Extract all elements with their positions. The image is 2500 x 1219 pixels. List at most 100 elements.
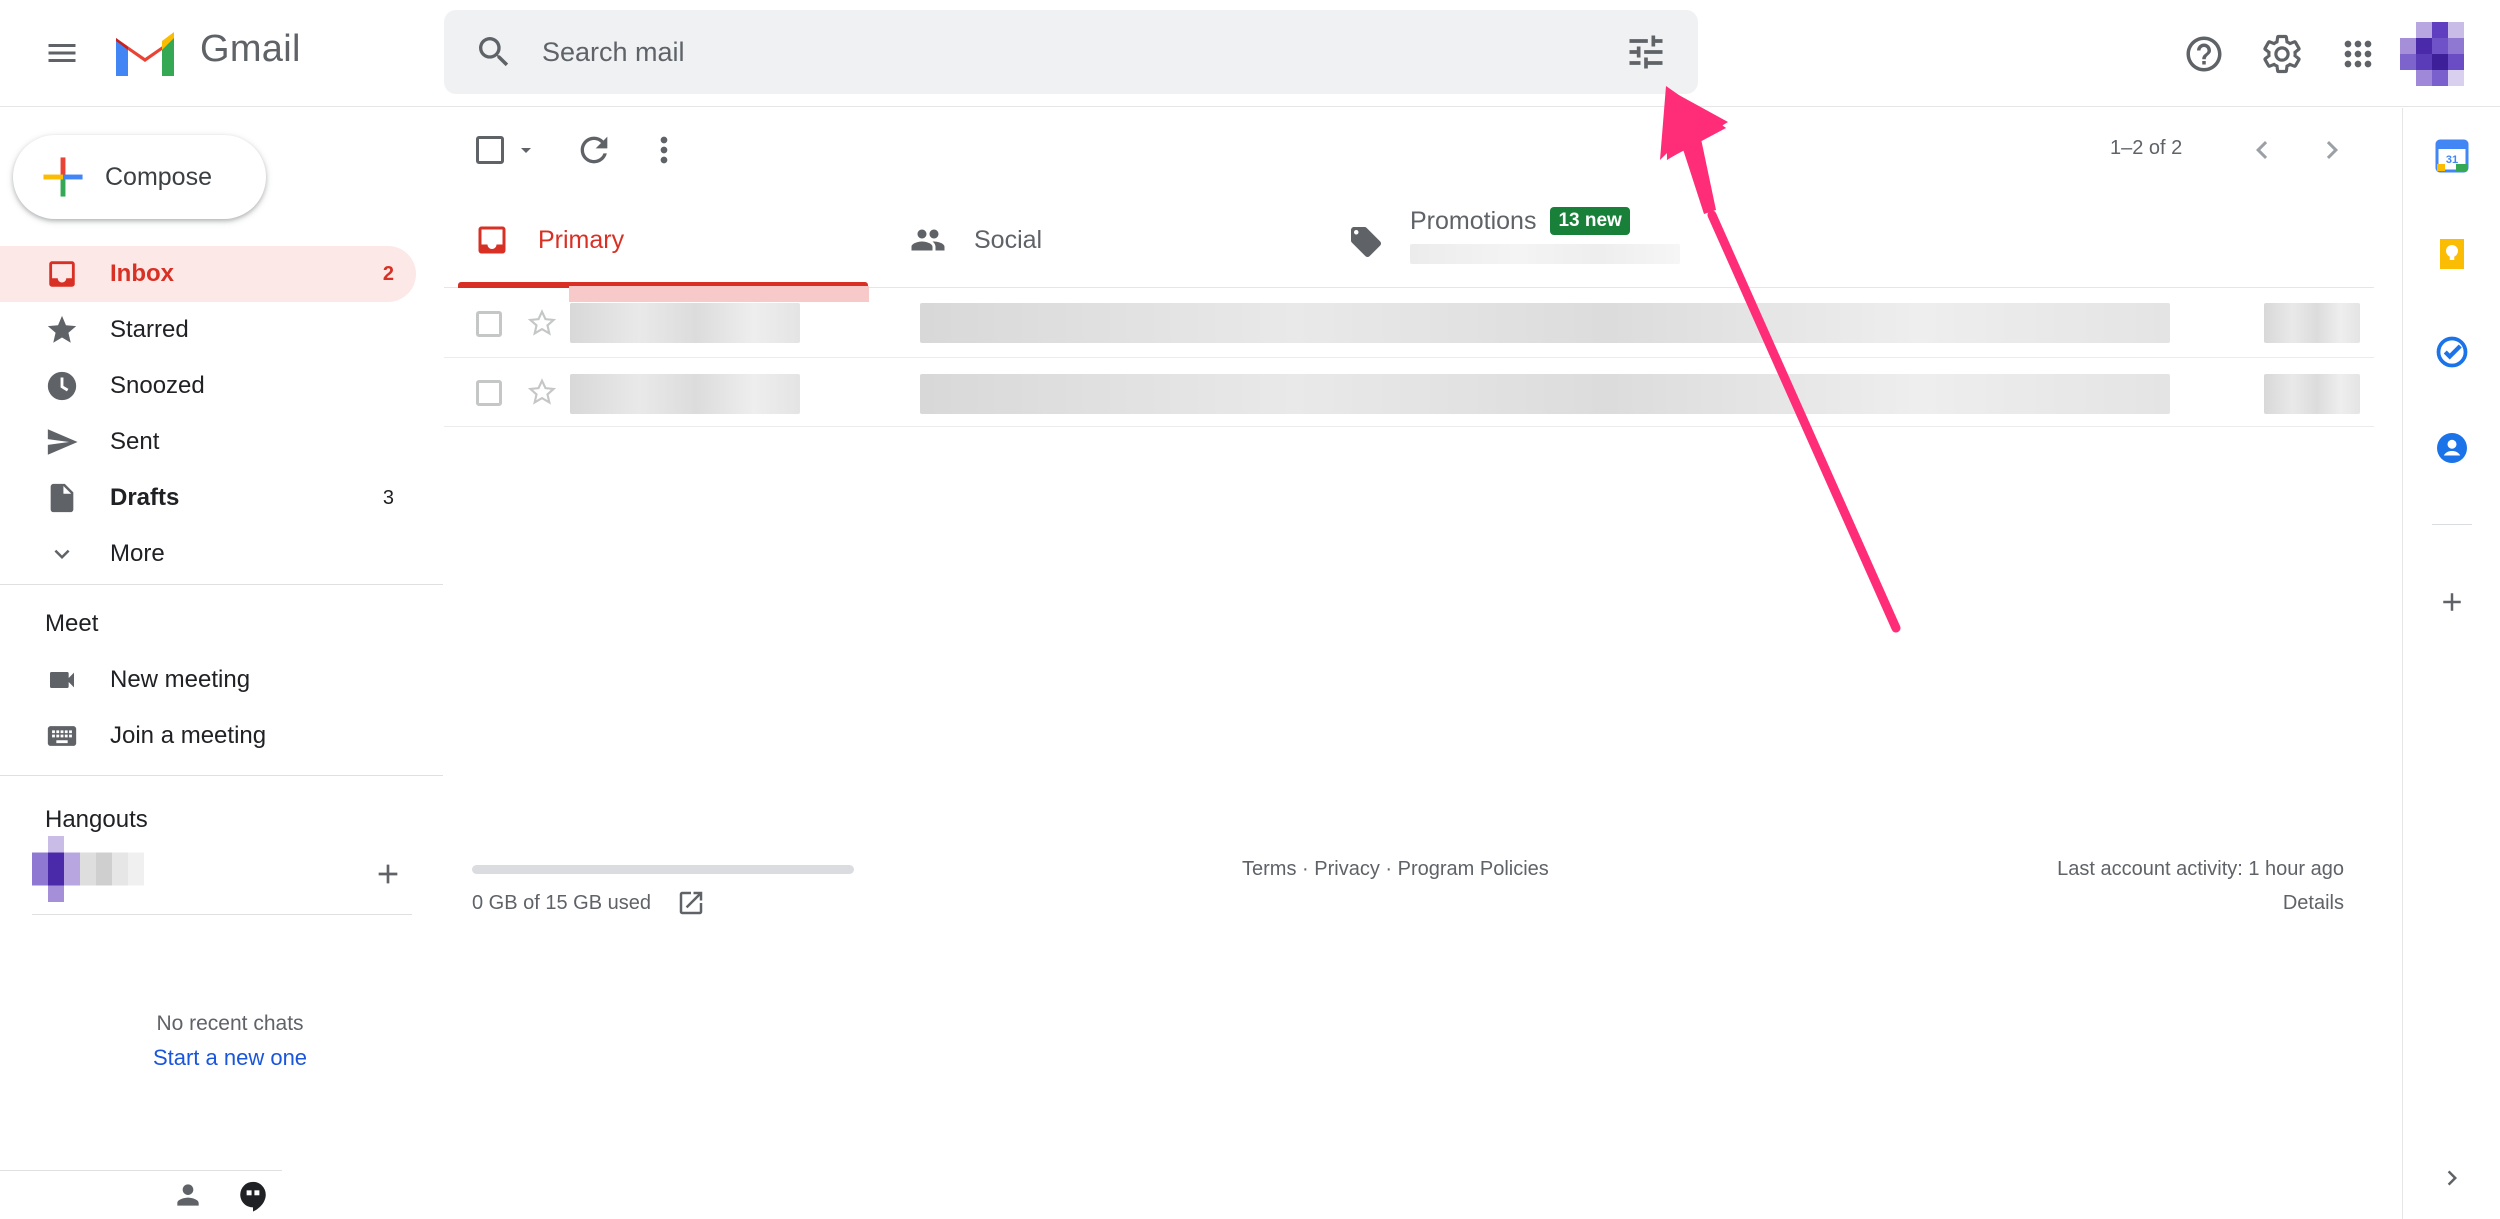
chevron-down-icon <box>44 536 80 572</box>
hangouts-divider <box>32 914 412 915</box>
sidebar-divider <box>0 775 443 776</box>
draft-count: 3 <box>382 486 394 509</box>
star-icon <box>44 312 80 348</box>
sidebar-item-label: Inbox <box>110 260 174 287</box>
terms-link[interactable]: Terms <box>1242 858 1296 880</box>
contacts-icon[interactable] <box>2430 426 2474 470</box>
meet-item-label: Join a meeting <box>110 722 267 749</box>
hangouts-chat-icon[interactable] <box>236 1179 270 1213</box>
category-tabs: Primary Social Promotions 13 new <box>444 192 2374 288</box>
tab-social[interactable]: Social <box>908 192 1338 288</box>
settings-button[interactable] <box>2254 26 2310 82</box>
sidebar-item-more[interactable]: More <box>0 526 416 582</box>
table-row[interactable] <box>444 286 2374 358</box>
sidebar-divider <box>0 584 443 585</box>
sidebar-item-label: Sent <box>110 428 160 455</box>
add-contact-icon[interactable] <box>372 858 404 890</box>
compose-plus-icon <box>43 157 83 197</box>
main-menu-button[interactable] <box>30 21 94 85</box>
sidebar-item-starred[interactable]: Starred <box>0 302 416 358</box>
sender-blurred <box>570 374 800 414</box>
star-outline-icon[interactable] <box>526 307 558 339</box>
inbox-tab-icon <box>474 222 510 258</box>
help-button[interactable] <box>2176 26 2232 82</box>
star-outline-icon[interactable] <box>526 376 558 408</box>
tab-promotions[interactable]: Promotions 13 new <box>1348 192 2168 288</box>
date-blurred <box>2264 303 2360 343</box>
storage-usage-text: 0 GB of 15 GB used <box>472 892 651 914</box>
google-apps-button[interactable] <box>2330 26 2386 82</box>
last-activity-text: Last account activity: 1 hour ago <box>2057 858 2344 880</box>
separator: · <box>1385 858 1393 880</box>
sidebar-item-snoozed[interactable]: Snoozed <box>0 358 416 414</box>
hamburger-icon <box>48 44 76 62</box>
side-panel-divider <box>2432 524 2472 525</box>
tag-icon <box>1348 224 1384 260</box>
hangouts-user[interactable] <box>32 836 192 902</box>
account-avatar[interactable] <box>2400 22 2464 86</box>
calendar-day: 31 <box>2446 154 2458 166</box>
calendar-icon[interactable]: 31 <box>2430 134 2474 178</box>
chevron-right-icon[interactable] <box>2314 132 2350 168</box>
sidebar-item-sent[interactable]: Sent <box>0 414 416 470</box>
mail-toolbar: 1–2 of 2 <box>444 108 2374 192</box>
contacts-person-icon[interactable] <box>172 1179 204 1211</box>
sidebar-item-label: Starred <box>110 316 189 343</box>
storage-meter <box>472 865 854 874</box>
row-checkbox[interactable] <box>476 380 502 406</box>
privacy-link[interactable]: Privacy <box>1314 858 1380 880</box>
keep-icon[interactable] <box>2430 232 2474 276</box>
tab-label: Primary <box>538 225 625 254</box>
top-header: Gmail <box>0 0 2500 107</box>
people-icon <box>908 222 948 258</box>
date-blurred <box>2264 374 2360 414</box>
separator: · <box>1302 858 1309 880</box>
search-bar[interactable] <box>444 10 1698 94</box>
refresh-icon[interactable] <box>574 130 614 170</box>
tab-primary[interactable]: Primary <box>444 192 874 288</box>
select-dropdown-icon[interactable] <box>514 138 538 162</box>
activity-details-link[interactable]: Details <box>2200 892 2344 915</box>
gmail-m-icon <box>116 32 174 76</box>
hangouts-section-title: Hangouts <box>45 806 148 833</box>
search-options-icon[interactable] <box>1624 30 1668 74</box>
meet-item-label: New meeting <box>110 666 251 693</box>
add-icon[interactable] <box>2430 580 2474 624</box>
no-recent-chats-text: No recent chats <box>156 1012 304 1035</box>
sidebar-item-drafts[interactable]: Drafts 3 <box>0 470 416 526</box>
meet-new-meeting[interactable]: New meeting <box>0 652 416 708</box>
clock-icon <box>44 368 80 404</box>
program-policies-link[interactable]: Program Policies <box>1398 858 1549 880</box>
select-all-checkbox[interactable] <box>476 136 504 164</box>
sidebar-item-inbox[interactable]: Inbox 2 <box>0 246 416 302</box>
unread-count: 2 <box>382 262 394 285</box>
new-count-badge: 13 new <box>1550 207 1630 235</box>
table-row[interactable] <box>444 358 2374 427</box>
promotions-preview-snippet <box>1410 243 1680 264</box>
videocam-icon <box>44 662 80 698</box>
row-checkbox[interactable] <box>476 311 502 337</box>
chevron-left-icon[interactable] <box>2244 132 2280 168</box>
start-new-chat-link[interactable]: Start a new one <box>100 1045 360 1071</box>
search-icon[interactable] <box>474 32 514 72</box>
compose-button[interactable]: Compose <box>13 135 266 219</box>
apps-grid-icon <box>2344 40 2372 68</box>
compose-label: Compose <box>105 162 212 191</box>
footer-links: Terms · Privacy · Program Policies <box>1242 858 1549 881</box>
gmail-logo[interactable] <box>112 28 178 78</box>
expand-icon[interactable] <box>2430 1156 2474 1200</box>
subject-blurred <box>920 303 2170 343</box>
more-vert-icon[interactable] <box>644 130 684 170</box>
gear-icon <box>2263 34 2301 74</box>
search-input[interactable] <box>542 10 1542 94</box>
send-icon <box>44 424 80 460</box>
tab-label: Promotions <box>1410 206 1537 235</box>
sender-blurred <box>570 303 800 343</box>
open-in-new-icon[interactable] <box>676 888 706 918</box>
keyboard-icon <box>44 718 80 754</box>
meet-join-meeting[interactable]: Join a meeting <box>0 708 416 764</box>
hangouts-bottom-bar <box>0 1170 282 1219</box>
tab-label: Social <box>974 225 1043 254</box>
subject-blurred <box>920 374 2170 414</box>
tasks-icon[interactable] <box>2430 330 2474 374</box>
